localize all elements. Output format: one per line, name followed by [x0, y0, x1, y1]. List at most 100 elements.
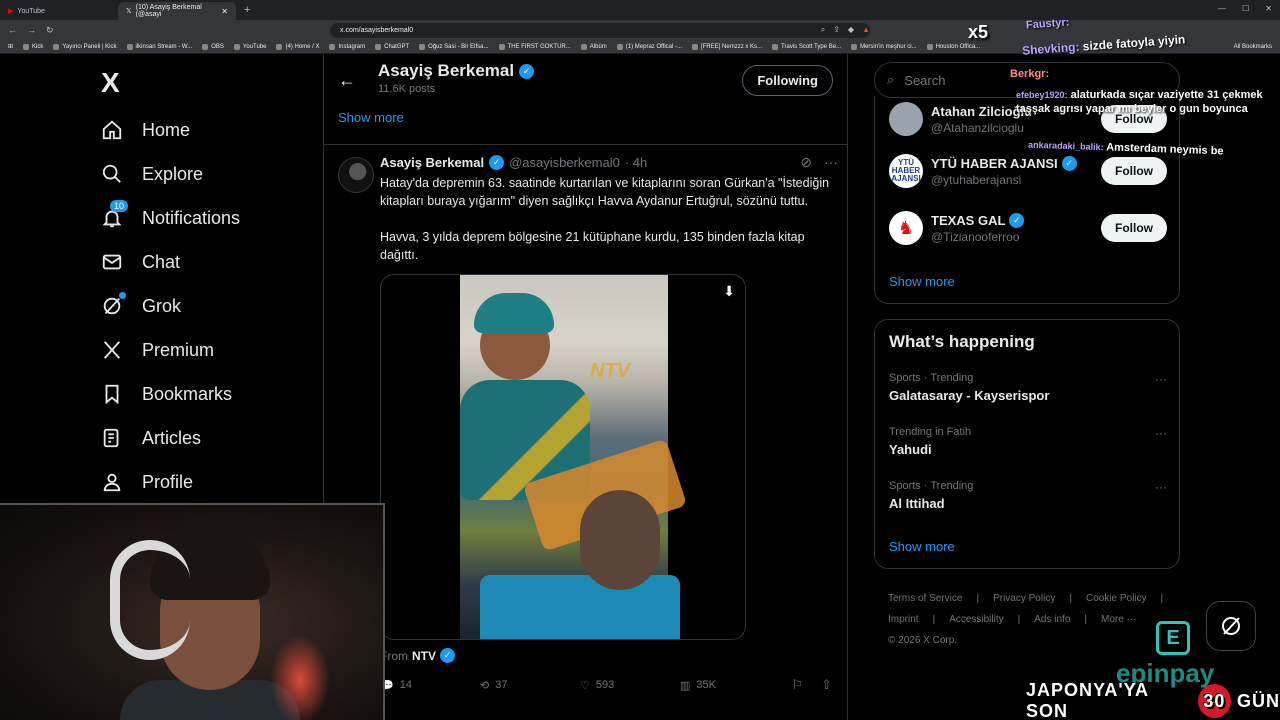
avatar[interactable]: YTÜ HABER AJANSI	[889, 154, 923, 188]
footer-separator: |	[1160, 593, 1164, 604]
tweet-video[interactable]: NTV ⬇	[380, 274, 746, 640]
account-name-row[interactable]: TEXAS GAL ✓	[931, 212, 1025, 228]
footer-link[interactable]: Accessibility	[949, 614, 1003, 625]
apps-grid-icon[interactable]: ⊞	[8, 43, 13, 50]
bookmark-label: [FREE] Nemzzz x Ks...	[701, 43, 763, 50]
more-options-icon[interactable]: ···	[824, 154, 838, 171]
bookmark-label: ChatGPT	[384, 43, 410, 50]
trend-item[interactable]: Sports · Trending Galatasaray - Kayseris…	[889, 372, 1167, 403]
bookmark-label: YouTube	[242, 43, 267, 50]
share-tweet-icon[interactable]: ⇧	[821, 677, 832, 693]
follow-button[interactable]: Follow	[1101, 214, 1167, 242]
favicon-icon	[616, 43, 623, 50]
favicon-icon	[580, 43, 587, 50]
bookmark-item[interactable]: Mersin'in meşhur ci...	[851, 43, 917, 50]
bookmark-item[interactable]: Yayıncı Paneli | Kick	[53, 43, 117, 50]
sidebar-item-profile[interactable]: Profile	[100, 460, 240, 504]
sidebar-item-premium[interactable]: Premium	[100, 328, 240, 372]
views-button[interactable]: ▥ 35K	[680, 679, 780, 692]
source-name[interactable]: NTV	[412, 649, 436, 663]
url-field[interactable]: x.com/asayisberkemal0	[330, 22, 870, 38]
more-options-icon[interactable]: ···	[1155, 426, 1167, 440]
reload-icon[interactable]: ↻	[46, 25, 54, 36]
footer-link[interactable]: Imprint	[888, 614, 919, 625]
footer-link[interactable]: Terms of Service	[888, 593, 962, 604]
sidebar-item-home[interactable]: Home	[100, 108, 240, 152]
bookmark-label: THE FIRST GOKTUR...	[507, 43, 571, 50]
zoom-icon[interactable]: ⌕	[821, 25, 825, 35]
sidebar-item-notifications[interactable]: 10 Notifications	[100, 196, 240, 240]
bookmark-item[interactable]: ilkinsan Stream - W...	[126, 43, 192, 50]
bookmark-tweet-icon[interactable]: ⚐	[791, 677, 803, 693]
sidebar-item-grok[interactable]: Grok	[100, 284, 240, 328]
footer-link[interactable]: Privacy Policy	[993, 593, 1055, 604]
bookmark-item[interactable]: Albüm	[580, 43, 607, 50]
bookmark-item[interactable]: Oğuz Sasi - Bir Elfsa...	[419, 43, 489, 50]
repost-button[interactable]: ⟲ 37	[480, 679, 580, 692]
favicon-icon	[233, 43, 240, 50]
grok-floating-button[interactable]	[1206, 601, 1256, 651]
footer-separator: |	[932, 614, 936, 625]
webcam-overlay	[0, 503, 385, 720]
grok-explain-icon[interactable]: ⊘	[800, 154, 812, 171]
avatar[interactable]	[338, 157, 374, 193]
footer-link[interactable]: Cookie Policy	[1086, 593, 1147, 604]
like-button[interactable]: ♡ 593	[580, 679, 680, 692]
tweet-author-name[interactable]: Asayiş Berkemal	[380, 155, 484, 170]
avatar[interactable]	[889, 102, 923, 136]
bookmark-label: Albüm	[589, 43, 607, 50]
bookmark-item[interactable]: THE FIRST GOKTUR...	[498, 43, 571, 50]
more-options-icon[interactable]: ···	[1155, 480, 1167, 494]
back-arrow-icon[interactable]: ←	[338, 70, 378, 91]
new-tab-button[interactable]: +	[236, 4, 258, 16]
tweet[interactable]: Asayiş Berkemal ✓ @asayisberkemal0 · 4h …	[338, 154, 838, 693]
bookmark-item[interactable]: [FREE] Nemzzz x Ks...	[692, 43, 763, 50]
show-more-link[interactable]: Show more	[889, 539, 955, 554]
tweet-time[interactable]: · 4h	[625, 155, 647, 170]
browser-tab-youtube[interactable]: ▶ YouTube	[0, 2, 118, 20]
bookmark-item[interactable]: Kick	[23, 43, 43, 50]
trend-item[interactable]: Trending in Fatih Yahudi ···	[889, 426, 1167, 457]
sidebar-item-chat[interactable]: Chat	[100, 240, 240, 284]
show-more-link[interactable]: Show more	[338, 110, 404, 125]
bookmark-item[interactable]: OBS	[202, 43, 224, 50]
trend-name: Galatasaray - Kayserispor	[889, 388, 1050, 403]
bookmark-item[interactable]: YouTube	[233, 43, 267, 50]
footer-link[interactable]: More ···	[1101, 614, 1137, 625]
brave-shield-icon[interactable]: ◆	[848, 25, 854, 35]
footer-link[interactable]: Ads info	[1034, 614, 1070, 625]
sidebar-item-explore[interactable]: Explore	[100, 152, 240, 196]
more-options-icon[interactable]: ···	[1155, 372, 1167, 386]
browser-tab-x[interactable]: 𝕏 (10) Asayiş Berkemal (@asayi ✕	[118, 2, 236, 20]
close-tab-icon[interactable]: ✕	[221, 7, 228, 16]
share-icon[interactable]: ⇪	[833, 25, 840, 35]
bookmark-item[interactable]: (4) Home / X	[276, 43, 319, 50]
tweet-handle[interactable]: @asayisberkemal0	[509, 155, 620, 170]
url-text: x.com/asayisberkemal0	[340, 26, 414, 34]
alert-icon[interactable]: ▲	[862, 25, 870, 35]
bookmark-label: Travis Scott Type Be...	[781, 43, 842, 50]
forward-nav-icon[interactable]: →	[27, 25, 36, 36]
horse-logo-icon[interactable]: ♞	[889, 211, 923, 245]
x-logo[interactable]: X	[101, 67, 120, 99]
back-nav-icon[interactable]: ←	[8, 25, 17, 36]
sidebar-item-label: Grok	[142, 295, 182, 316]
account-handle: @Tizianooferroo	[931, 229, 1020, 244]
following-button[interactable]: Following	[742, 64, 833, 96]
follow-suggestion[interactable]: ♞ TEXAS GAL ✓ @Tizianooferroo Follow	[889, 211, 1167, 245]
bookmark-item[interactable]: (1) Mepraz Offical -...	[616, 43, 682, 50]
chat-message: Berkgr:	[1010, 68, 1049, 80]
trend-item[interactable]: Sports · Trending Al Ittihad ···	[889, 480, 1167, 511]
bookmark-item[interactable]: Instagram	[329, 43, 365, 50]
views-chart-icon: ▥	[680, 679, 691, 692]
download-icon[interactable]: ⬇	[723, 283, 735, 300]
bookmark-item[interactable]: Travis Scott Type Be...	[772, 43, 842, 50]
trend-context: Trending in Fatih	[889, 426, 972, 438]
main-timeline: ← Asayiş Berkemal ✓ 11.6K posts Following…	[323, 54, 848, 720]
sidebar-item-bookmarks[interactable]: Bookmarks	[100, 372, 240, 416]
show-more-link[interactable]: Show more	[889, 274, 955, 289]
reply-button[interactable]: 💬 14	[380, 679, 480, 692]
sidebar-item-articles[interactable]: Articles	[100, 416, 240, 460]
favicon-icon	[926, 43, 933, 50]
bookmark-item[interactable]: ChatGPT	[375, 43, 410, 50]
